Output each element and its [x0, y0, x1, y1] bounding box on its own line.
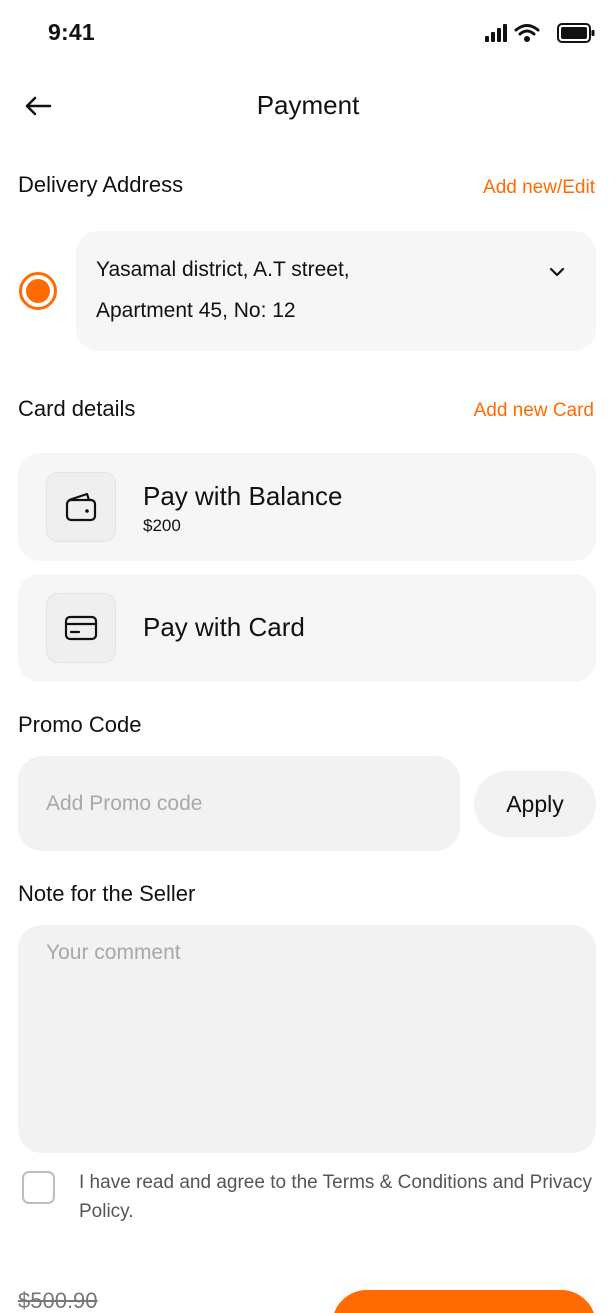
add-edit-address-link[interactable]: Add new/Edit: [483, 177, 595, 199]
apply-promo-button[interactable]: Apply: [474, 771, 596, 837]
address-line-2: Apartment 45, No: 12: [96, 299, 296, 322]
wallet-icon: [65, 492, 97, 522]
battery-icon: [557, 23, 595, 43]
wallet-icon-box: [46, 472, 116, 542]
address-line-1: Yasamal district, A.T street,: [96, 258, 350, 281]
wifi-icon: [514, 24, 540, 42]
checkout-button[interactable]: [332, 1290, 596, 1313]
seller-note-textarea[interactable]: [18, 925, 596, 1153]
terms-text: I have read and agree to the Terms & Con…: [79, 1172, 592, 1222]
status-time: 9:41: [48, 19, 95, 45]
pay-with-card-title: Pay with Card: [143, 612, 305, 642]
status-icons: [485, 23, 595, 43]
pay-with-balance-option[interactable]: Pay with Balance $200: [18, 453, 596, 561]
promo-code-input[interactable]: [18, 756, 460, 851]
old-price: $500.90: [18, 1288, 98, 1313]
credit-card-icon: [64, 615, 98, 641]
chevron-down-icon[interactable]: [546, 261, 568, 283]
add-new-card-link[interactable]: Add new Card: [474, 400, 594, 422]
note-label: Note for the Seller: [18, 881, 196, 906]
delivery-address-label: Delivery Address: [18, 172, 184, 197]
radio-selected-dot: [26, 279, 50, 303]
card-icon-box: [46, 593, 116, 663]
card-details-label: Card details: [18, 396, 136, 421]
address-card[interactable]: Yasamal district, A.T street, Apartment …: [76, 231, 596, 351]
pay-with-balance-title: Pay with Balance: [143, 481, 343, 511]
page-title: Payment: [256, 90, 360, 120]
signal-icon: [485, 24, 507, 42]
terms-checkbox[interactable]: [22, 1171, 55, 1204]
balance-amount: $200: [143, 516, 181, 535]
address-radio[interactable]: [19, 272, 57, 310]
promo-code-label: Promo Code: [18, 712, 142, 737]
pay-with-card-option[interactable]: Pay with Card: [18, 574, 596, 682]
